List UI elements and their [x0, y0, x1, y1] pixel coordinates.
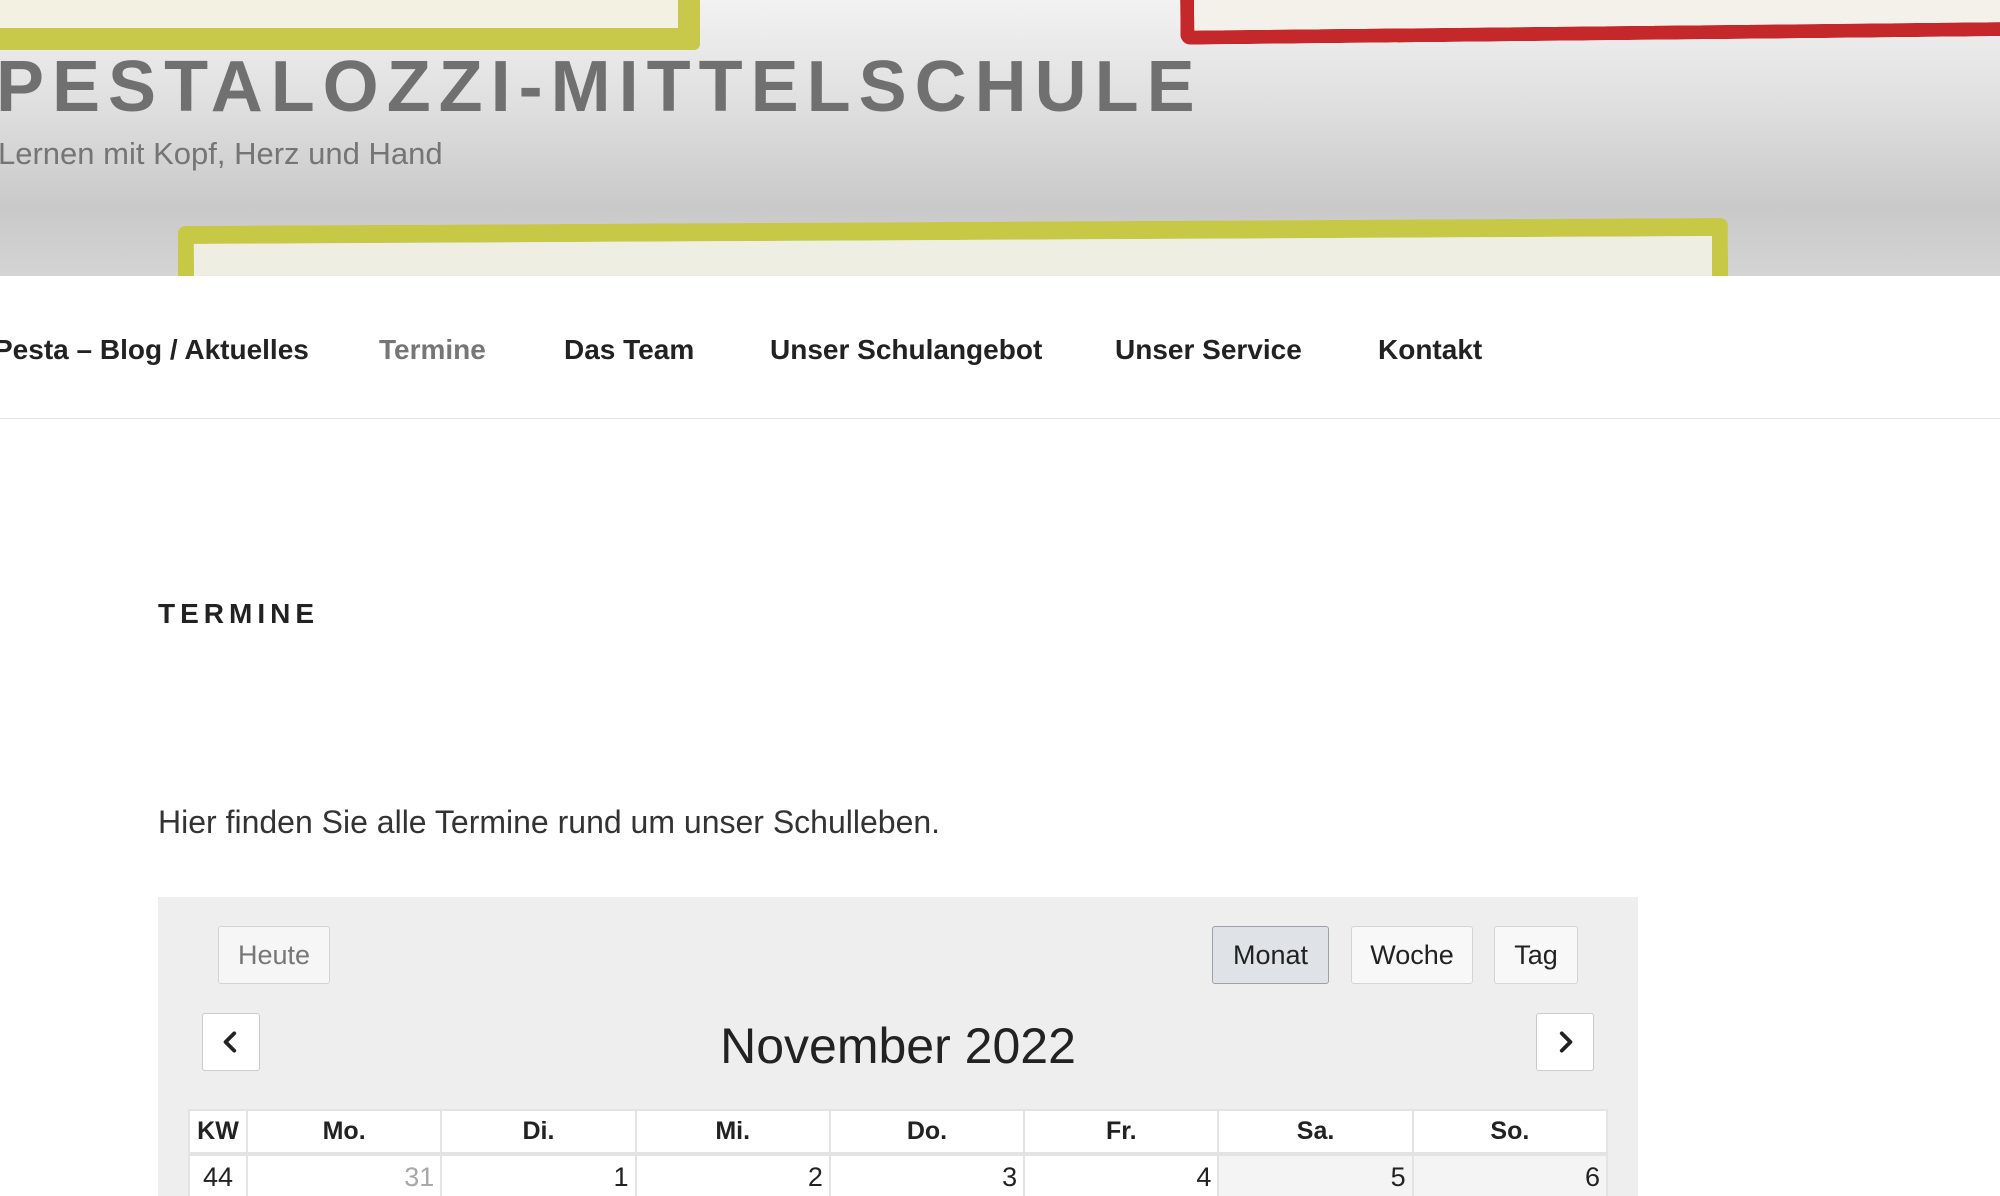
column-header-so: So. [1411, 1109, 1609, 1156]
day-cell[interactable]: 1 [440, 1153, 637, 1196]
site-tagline: Lernen mit Kopf, Herz und Hand [0, 136, 443, 171]
nav-item-termine[interactable]: Termine [379, 334, 486, 366]
view-month-button[interactable]: Monat [1212, 926, 1329, 984]
nav-item-kontakt[interactable]: Kontakt [1378, 334, 1482, 366]
column-header-di: Di. [440, 1109, 637, 1156]
week-number-cell: 44 [188, 1153, 248, 1196]
day-cell-weekend[interactable]: 5 [1217, 1153, 1414, 1196]
main-navigation: Pesta – Blog / Aktuelles Termine Das Tea… [0, 276, 2000, 419]
intro-text: Hier finden Sie alle Termine rund um uns… [158, 804, 941, 840]
header-decoration-yellow-frame-bottom [177, 217, 1729, 276]
nav-item-schulangebot[interactable]: Unser Schulangebot [770, 334, 1042, 366]
nav-item-service[interactable]: Unser Service [1115, 334, 1302, 366]
view-day-button[interactable]: Tag [1494, 926, 1578, 984]
day-cell[interactable]: 2 [634, 1153, 831, 1196]
nav-item-team[interactable]: Das Team [564, 334, 694, 366]
column-header-do: Do. [828, 1109, 1026, 1156]
event-calendar: Heute Monat Woche Tag November 2022 KW M… [158, 897, 1638, 1196]
nav-item-blog[interactable]: Pesta – Blog / Aktuelles [0, 334, 309, 366]
calendar-title: November 2022 [720, 1018, 1076, 1074]
column-header-mo: Mo. [245, 1109, 443, 1156]
column-header-kw: KW [188, 1109, 248, 1156]
chevron-right-icon [1559, 1031, 1573, 1053]
today-button[interactable]: Heute [218, 926, 330, 984]
calendar-grid: KW Mo. Di. Mi. Do. Fr. Sa. So. 44 31 1 2… [188, 1109, 1609, 1196]
column-header-fr: Fr. [1023, 1109, 1220, 1156]
day-cell[interactable]: 3 [828, 1153, 1026, 1196]
day-cell[interactable]: 31 [245, 1153, 443, 1196]
site-title[interactable]: PESTALOZZI-MITTELSCHULE [0, 46, 1203, 128]
site-header: PESTALOZZI-MITTELSCHULE Lernen mit Kopf,… [0, 0, 2000, 276]
header-decoration-yellow-frame [0, 0, 700, 50]
day-cell-weekend[interactable]: 6 [1411, 1153, 1609, 1196]
next-month-button[interactable] [1536, 1013, 1594, 1071]
page-title: TERMINE [158, 598, 319, 629]
calendar-header-row: KW Mo. Di. Mi. Do. Fr. Sa. So. [188, 1109, 1609, 1156]
view-week-button[interactable]: Woche [1351, 926, 1473, 984]
column-header-sa: Sa. [1217, 1109, 1414, 1156]
day-cell[interactable]: 4 [1023, 1153, 1220, 1196]
header-decoration-red-frame [1179, 0, 2000, 45]
column-header-mi: Mi. [634, 1109, 831, 1156]
calendar-week-row: 44 31 1 2 3 4 5 6 [188, 1153, 1609, 1196]
